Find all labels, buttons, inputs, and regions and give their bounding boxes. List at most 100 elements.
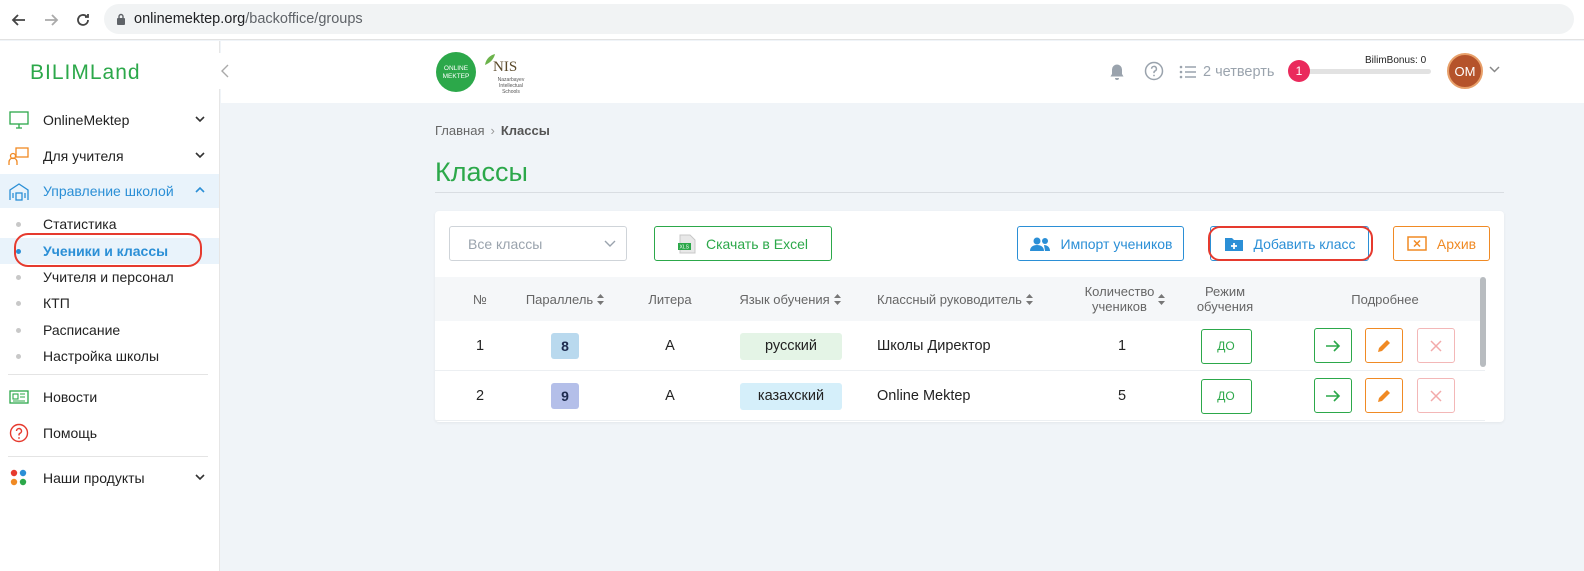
question-circle-icon: [9, 423, 29, 443]
sidebar-subitem-teachers-staff[interactable]: Учителя и персонал: [0, 264, 219, 290]
svg-text:XLS: XLS: [680, 244, 690, 250]
back-arrow-icon[interactable]: [6, 7, 32, 33]
forward-arrow-icon[interactable]: [38, 7, 64, 33]
parallel-badge: 9: [551, 383, 579, 409]
close-icon: [1430, 339, 1442, 352]
download-excel-button[interactable]: XLS Скачать в Excel: [654, 226, 832, 261]
sidebar-item-label: OnlineMektep: [43, 112, 130, 128]
language-badge: русский: [740, 332, 842, 360]
learning-mode-button[interactable]: ДО: [1200, 328, 1252, 364]
sidebar-item-for-teacher[interactable]: Для учителя: [0, 139, 219, 173]
chevron-down-icon: [195, 112, 205, 126]
nis-logo: NIS Nazarbayev Intellectual Schools: [483, 53, 524, 95]
close-icon: [1430, 389, 1442, 402]
sort-icon: [1025, 293, 1033, 305]
parallel-badge: 8: [551, 333, 579, 359]
sidebar-divider: [8, 456, 208, 457]
sort-icon: [1158, 293, 1166, 305]
column-header-number: №: [473, 291, 487, 307]
sidebar-item-help[interactable]: Помощь: [0, 416, 219, 450]
column-header-students-count[interactable]: Количество учеников: [1080, 277, 1170, 321]
open-class-button[interactable]: [1314, 378, 1352, 413]
cell-class-teacher: Школы Директор: [877, 338, 991, 354]
delete-class-button[interactable]: [1417, 378, 1455, 413]
table-row: 2 9 А казахский Online Mektep 5 ДО: [435, 371, 1485, 421]
school-building-icon: [9, 183, 29, 201]
chevron-down-icon[interactable]: [1489, 62, 1500, 76]
pencil-icon: [1378, 339, 1390, 352]
archive-button[interactable]: Архив: [1393, 226, 1490, 261]
notification-count-badge[interactable]: 1: [1288, 60, 1310, 82]
arrow-right-icon: [1326, 389, 1341, 402]
highlight-ring-add-class: [1208, 226, 1373, 261]
table-scrollbar[interactable]: [1480, 277, 1486, 367]
avatar[interactable]: OM: [1447, 53, 1483, 89]
pencil-icon: [1378, 389, 1390, 402]
arrow-right-icon: [1326, 339, 1341, 352]
sidebar-subitem-schedule[interactable]: Расписание: [0, 317, 219, 343]
users-icon: [1029, 237, 1050, 251]
top-header: ONLINE MEKTEP NIS Nazarbayev Intellectual…: [221, 41, 1584, 103]
column-header-language[interactable]: Язык обучения: [735, 277, 845, 321]
sidebar-item-school-management[interactable]: Управление школой: [0, 174, 219, 208]
chevron-down-icon: [195, 470, 205, 484]
class-filter-select[interactable]: Все классы: [449, 226, 627, 261]
column-header-class-teacher[interactable]: Классный руководитель: [877, 277, 1047, 321]
breadcrumb: Главная › Классы: [435, 123, 550, 138]
learning-mode-button[interactable]: ДО: [1200, 378, 1252, 414]
chevron-up-icon: [195, 183, 205, 197]
cell-class-teacher: Online Mektep: [877, 388, 971, 404]
teacher-board-icon: [8, 147, 29, 165]
cell-students-count: 5: [1117, 388, 1127, 404]
column-header-litera: Литера: [648, 291, 692, 307]
chevron-down-icon: [604, 240, 616, 247]
import-students-button[interactable]: Импорт учеников: [1017, 226, 1184, 261]
bell-icon[interactable]: [1109, 63, 1125, 81]
language-badge: казахский: [740, 382, 842, 410]
bilim-bonus-progress: [1306, 69, 1431, 74]
excel-file-icon: XLS: [678, 234, 696, 253]
question-circle-icon[interactable]: [1144, 61, 1164, 81]
url-host: onlinemektep.org: [134, 11, 246, 27]
cell-number: 2: [475, 388, 485, 404]
sidebar-item-label: Помощь: [43, 425, 98, 441]
table-header: № Параллель Литера Язык обучения Классны…: [435, 277, 1485, 321]
delete-class-button[interactable]: [1417, 328, 1455, 363]
edit-class-button[interactable]: [1365, 378, 1403, 413]
newspaper-icon: [9, 390, 29, 404]
open-class-button[interactable]: [1314, 328, 1352, 363]
bilimland-logo[interactable]: BILIMLand: [30, 61, 141, 85]
cell-number: 1: [475, 338, 485, 354]
onlinemektep-logo[interactable]: ONLINE MEKTEP: [436, 52, 476, 92]
sidebar-subitem-school-settings[interactable]: Настройка школы: [0, 343, 219, 369]
sidebar-item-our-products[interactable]: Наши продукты: [0, 461, 219, 495]
sidebar-subitem-ktp[interactable]: КТП: [0, 290, 219, 316]
list-icon: [1179, 65, 1196, 79]
sidebar-item-label: Для учителя: [43, 148, 124, 164]
cell-litera: А: [665, 338, 675, 354]
url-path: /backoffice/groups: [245, 11, 363, 27]
archive-x-icon: [1407, 236, 1427, 251]
sidebar-item-label: Управление школой: [43, 183, 174, 199]
reload-icon[interactable]: [70, 7, 96, 33]
title-divider: [435, 192, 1504, 193]
quarter-selector[interactable]: 2 четверть: [1203, 64, 1274, 80]
column-header-learning-mode: Режим обучения: [1196, 284, 1254, 314]
cell-litera: А: [665, 388, 675, 404]
sidebar-item-onlinemektep[interactable]: OnlineMektep: [0, 103, 219, 137]
highlight-ring-students-classes: [14, 233, 202, 267]
address-bar[interactable]: onlinemektep.org/backoffice/groups: [104, 4, 1574, 34]
breadcrumb-home-link[interactable]: Главная: [435, 123, 484, 138]
breadcrumb-current: Классы: [500, 123, 550, 138]
monitor-icon: [9, 111, 29, 129]
column-header-parallel[interactable]: Параллель: [515, 277, 615, 321]
cell-students-count: 1: [1117, 338, 1127, 354]
sort-icon: [833, 293, 841, 305]
sort-icon: [597, 293, 605, 305]
table-row: 1 8 А русский Школы Директор 1 ДО: [435, 321, 1485, 371]
sidebar-item-news[interactable]: Новости: [0, 380, 219, 414]
bilim-bonus-label: BilimBonus: 0: [1365, 55, 1427, 66]
products-grid-icon: [10, 469, 27, 486]
edit-class-button[interactable]: [1365, 328, 1403, 363]
sidebar-divider: [8, 374, 208, 375]
